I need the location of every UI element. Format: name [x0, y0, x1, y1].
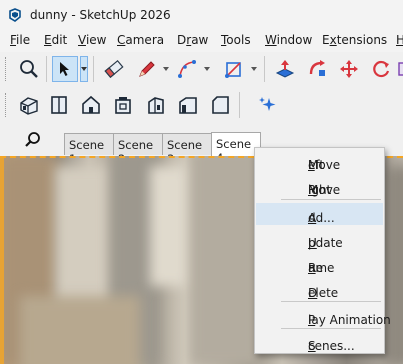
follow-me-icon — [309, 60, 325, 76]
rectangle-dropdown-caret[interactable] — [250, 56, 258, 82]
move-tool-button[interactable] — [336, 56, 362, 82]
menu-item-delete[interactable]: Delete — [256, 278, 383, 300]
menu-view[interactable]: View — [78, 33, 106, 47]
left-view-button[interactable] — [175, 92, 201, 118]
scene-tab[interactable]: Scene 1 — [64, 133, 114, 166]
menu-item-scenes[interactable]: Scenes... — [256, 331, 383, 353]
sparkle-icon — [259, 97, 276, 111]
arc-tool-button[interactable] — [174, 56, 200, 82]
house-right-icon — [115, 97, 131, 114]
rectangle-icon — [225, 62, 241, 78]
menu-item-update[interactable]: Update — [256, 228, 383, 250]
push-pull-tool-button[interactable] — [272, 56, 298, 82]
magnifier-icon — [20, 60, 38, 78]
menu-file[interactable]: File — [10, 33, 30, 47]
window-title: dunny - SketchUp 2026 — [30, 8, 171, 22]
select-tool-button[interactable] — [52, 56, 78, 82]
toolbar-separator — [46, 56, 47, 82]
house-top-icon — [51, 96, 67, 114]
viewport-scenery — [190, 156, 260, 364]
viewport-scenery — [385, 166, 403, 364]
right-view-button[interactable] — [110, 92, 136, 118]
menu-edit[interactable]: Edit — [44, 33, 67, 47]
ai-assistant-button[interactable] — [254, 92, 280, 118]
bottom-view-button[interactable] — [207, 92, 233, 118]
menu-separator — [281, 328, 381, 329]
toolbar-grip[interactable] — [5, 93, 9, 117]
rectangle-tool-button[interactable] — [220, 56, 246, 82]
iso-view-button[interactable] — [16, 92, 42, 118]
toolbar-separator — [93, 56, 94, 82]
viewport-scenery — [150, 166, 190, 286]
push-pull-icon — [275, 60, 295, 78]
top-view-button[interactable] — [46, 92, 72, 118]
follow-me-tool-button[interactable] — [305, 56, 331, 82]
pencil-dropdown-caret[interactable] — [162, 56, 170, 82]
menu-item-play-animation[interactable]: Play Animation — [256, 305, 391, 327]
menu-separator — [281, 301, 381, 302]
chevron-down-icon — [163, 67, 169, 71]
scene-tab[interactable]: Scene 2 — [113, 133, 163, 166]
back-view-button[interactable] — [143, 92, 169, 118]
main-toolbar — [0, 52, 403, 86]
house-bottom-icon — [212, 96, 229, 114]
move-arrows-icon — [340, 60, 358, 78]
menu-tools[interactable]: Tools — [221, 33, 251, 47]
toolbar-separator — [264, 56, 265, 82]
house-left-icon — [179, 97, 197, 114]
front-view-button[interactable] — [78, 92, 104, 118]
menu-separator — [281, 199, 381, 200]
viewport-scenery — [20, 296, 140, 364]
toolbar-grip[interactable] — [5, 57, 9, 81]
sketchup-logo-icon — [8, 8, 22, 25]
zoom-tool-button[interactable] — [16, 56, 42, 82]
menu-draw[interactable]: Draw — [177, 33, 208, 47]
scale-tool-button[interactable] — [397, 56, 403, 82]
eraser-icon — [104, 59, 124, 79]
menu-extensions[interactable]: Extensions — [322, 33, 387, 47]
select-dropdown-caret[interactable] — [80, 56, 88, 82]
arc-dropdown-caret[interactable] — [203, 56, 211, 82]
chevron-down-icon — [204, 67, 210, 71]
menu-bar: File Edit View Camera Draw Tools Window … — [0, 30, 403, 52]
house-iso-icon — [20, 97, 38, 115]
menu-item-add[interactable]: Add... — [256, 203, 383, 225]
scene-context-menu: Move Left Move Right Add... Update Re n am… — [254, 147, 391, 354]
viewport-border-left — [0, 156, 4, 364]
toolbar-separator — [239, 92, 240, 118]
eraser-tool-button[interactable] — [101, 56, 127, 82]
pencil-tool-button[interactable] — [134, 56, 160, 82]
chevron-down-icon — [81, 67, 87, 71]
scene-tab[interactable]: Scene 3 — [162, 133, 212, 166]
menu-item-move-left[interactable]: Move Left — [256, 150, 383, 172]
pencil-icon — [139, 61, 155, 77]
arc-icon — [178, 60, 196, 78]
rotate-tool-button[interactable] — [368, 56, 394, 82]
menu-help[interactable]: H — [396, 33, 403, 47]
menu-camera[interactable]: Camera — [117, 33, 164, 47]
rotate-icon — [373, 60, 390, 78]
scale-icon — [398, 62, 403, 76]
menu-item-move-right[interactable]: Move Right — [256, 175, 383, 197]
scene-search-button[interactable] — [20, 127, 46, 153]
title-bar: dunny - SketchUp 2026 — [0, 0, 403, 30]
cursor-arrow-icon — [60, 62, 69, 76]
house-back-icon — [148, 97, 164, 114]
views-toolbar — [0, 88, 403, 122]
menu-item-rename[interactable]: Re n ame — [256, 253, 383, 275]
house-front-icon — [82, 95, 100, 114]
search-icon — [25, 132, 40, 147]
chevron-down-icon — [251, 67, 257, 71]
menu-window[interactable]: Window — [265, 33, 312, 47]
